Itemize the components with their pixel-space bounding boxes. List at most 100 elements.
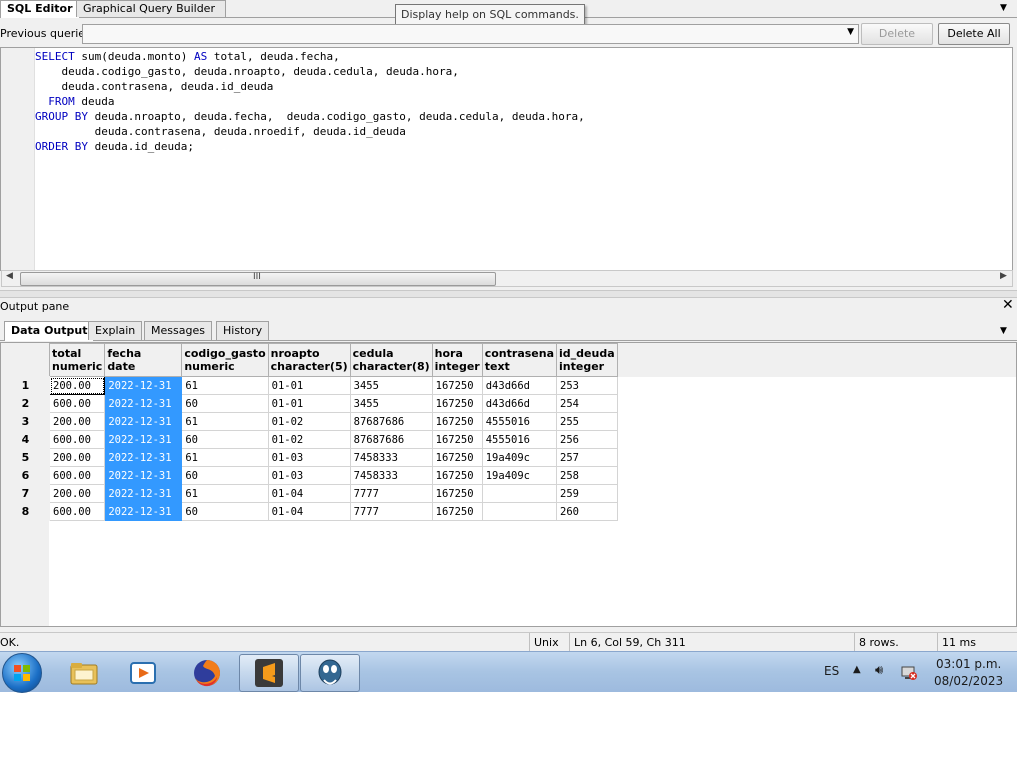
tab-graphical-query-builder[interactable]: Graphical Query Builder: [76, 0, 226, 17]
previous-queries-select[interactable]: ▼: [82, 24, 859, 44]
table-cell[interactable]: 600.00: [48, 394, 106, 413]
taskbar-sublime-text[interactable]: [239, 654, 299, 692]
table-cell[interactable]: 600.00: [48, 430, 106, 449]
table-row[interactable]: 2 600.00 2022-12-31 60 01-01 3455 167250 d43d66…: [1, 394, 618, 413]
scroll-right-icon[interactable]: ▶: [1000, 271, 1007, 281]
scrollbar-thumb[interactable]: III: [20, 272, 496, 286]
table-cell[interactable]: 257: [556, 448, 618, 467]
tab-data-output[interactable]: Data Output: [4, 321, 95, 341]
table-cell[interactable]: 2022-12-31: [104, 502, 183, 521]
table-cell[interactable]: 4555016: [481, 412, 558, 431]
table-cell[interactable]: 255: [556, 412, 618, 431]
table-cell[interactable]: 60: [181, 394, 269, 413]
delete-all-button[interactable]: Delete All: [938, 23, 1010, 45]
row-number[interactable]: 6: [1, 466, 50, 485]
table-cell[interactable]: 600.00: [48, 466, 106, 485]
table-cell[interactable]: 2022-12-31: [104, 412, 183, 431]
table-cell[interactable]: 2022-12-31: [104, 448, 183, 467]
tabs-menu-arrow-icon[interactable]: ▼: [1000, 3, 1007, 13]
table-cell[interactable]: 01-01: [267, 376, 351, 395]
column-header-hora[interactable]: hora integer: [431, 343, 483, 377]
taskbar-media-player[interactable]: [113, 654, 173, 692]
table-cell[interactable]: 2022-12-31: [104, 394, 183, 413]
table-cell[interactable]: 167250: [431, 448, 483, 467]
table-cell[interactable]: 19a409c: [481, 466, 558, 485]
table-cell[interactable]: 7777: [349, 502, 433, 521]
table-cell[interactable]: 3455: [349, 376, 433, 395]
table-cell[interactable]: 200.00: [48, 448, 106, 467]
row-number[interactable]: 4: [1, 430, 50, 449]
table-cell[interactable]: 167250: [431, 376, 483, 395]
table-cell[interactable]: 01-04: [267, 484, 351, 503]
table-cell[interactable]: 60: [181, 502, 269, 521]
table-cell[interactable]: 01-02: [267, 412, 351, 431]
sql-code[interactable]: SELECT sum(deuda.monto) AS total, deuda.…: [35, 49, 585, 154]
scroll-left-icon[interactable]: ◀: [6, 271, 13, 281]
table-cell[interactable]: 167250: [431, 412, 483, 431]
column-header-id-deuda[interactable]: id_deuda integer: [556, 343, 618, 377]
table-cell[interactable]: 01-04: [267, 502, 351, 521]
table-row[interactable]: 7 200.00 2022-12-31 61 01-04 7777 167250 259: [1, 484, 618, 503]
table-row[interactable]: 1 200.00 2022-12-31 61 01-01 3455 167250 d43d66…: [1, 376, 618, 395]
table-cell[interactable]: 4555016: [481, 430, 558, 449]
table-cell[interactable]: 7458333: [349, 466, 433, 485]
table-row[interactable]: 8 600.00 2022-12-31 60 01-04 7777 167250 260: [1, 502, 618, 521]
taskbar-pgadmin[interactable]: [300, 654, 360, 692]
output-menu-arrow-icon[interactable]: ▼: [1000, 326, 1007, 336]
table-cell[interactable]: 01-02: [267, 430, 351, 449]
tab-sql-editor[interactable]: SQL Editor: [0, 0, 80, 18]
sql-editor[interactable]: SELECT sum(deuda.monto) AS total, deuda.…: [0, 47, 1013, 271]
table-cell[interactable]: 254: [556, 394, 618, 413]
table-cell[interactable]: 167250: [431, 394, 483, 413]
column-header-total[interactable]: total numeric: [48, 343, 106, 377]
language-indicator[interactable]: ES: [824, 664, 839, 678]
table-cell[interactable]: 7458333: [349, 448, 433, 467]
table-cell[interactable]: 19a409c: [481, 448, 558, 467]
show-hidden-icons-icon[interactable]: ▲: [853, 664, 861, 675]
tab-messages[interactable]: Messages: [144, 321, 212, 340]
table-cell[interactable]: 61: [181, 376, 269, 395]
row-number[interactable]: 7: [1, 484, 50, 503]
table-cell[interactable]: 167250: [431, 466, 483, 485]
column-header-nroapto[interactable]: nroapto character(5): [267, 343, 351, 377]
table-cell[interactable]: 61: [181, 448, 269, 467]
row-number[interactable]: 8: [1, 502, 50, 521]
clock-time[interactable]: 03:01 p.m.: [936, 657, 1001, 671]
close-icon[interactable]: ✕: [1002, 297, 1014, 313]
table-cell[interactable]: 256: [556, 430, 618, 449]
table-cell[interactable]: 01-03: [267, 448, 351, 467]
table-cell[interactable]: 7777: [349, 484, 433, 503]
table-row[interactable]: 4 600.00 2022-12-31 60 01-02 87687686 167250 45…: [1, 430, 618, 449]
table-cell[interactable]: d43d66d: [481, 376, 558, 395]
table-row[interactable]: 5 200.00 2022-12-31 61 01-03 7458333 167250 19a…: [1, 448, 618, 467]
table-cell[interactable]: 60: [181, 466, 269, 485]
volume-icon[interactable]: 🔊︎: [875, 663, 883, 678]
table-cell[interactable]: [481, 484, 558, 503]
row-number[interactable]: 2: [1, 394, 50, 413]
table-cell[interactable]: 01-03: [267, 466, 351, 485]
table-cell[interactable]: 01-01: [267, 394, 351, 413]
chevron-down-icon[interactable]: ▼: [847, 27, 854, 37]
table-cell[interactable]: 258: [556, 466, 618, 485]
table-cell[interactable]: 167250: [431, 502, 483, 521]
clock-date[interactable]: 08/02/2023: [934, 674, 1003, 688]
table-cell[interactable]: 253: [556, 376, 618, 395]
table-cell[interactable]: 2022-12-31: [104, 376, 183, 395]
network-disconnected-icon[interactable]: [900, 665, 918, 681]
editor-horizontal-scrollbar[interactable]: ◀ III ▶: [1, 270, 1013, 287]
table-row[interactable]: 3 200.00 2022-12-31 61 01-02 87687686 167250 45…: [1, 412, 618, 431]
table-cell[interactable]: d43d66d: [481, 394, 558, 413]
table-cell[interactable]: 3455: [349, 394, 433, 413]
column-header-contrasena[interactable]: contrasena text: [481, 343, 558, 377]
table-cell[interactable]: 87687686: [349, 430, 433, 449]
table-row[interactable]: 6 600.00 2022-12-31 60 01-03 7458333 167250 19a…: [1, 466, 618, 485]
tab-history[interactable]: History: [216, 321, 270, 340]
table-cell[interactable]: 167250: [431, 430, 483, 449]
table-cell[interactable]: [481, 502, 558, 521]
table-cell[interactable]: 200.00: [48, 376, 106, 395]
row-number[interactable]: 1: [1, 376, 50, 395]
delete-button[interactable]: Delete: [861, 23, 933, 45]
table-cell[interactable]: 60: [181, 430, 269, 449]
table-cell[interactable]: 259: [556, 484, 618, 503]
column-header-codigo-gasto[interactable]: codigo_gasto numeric: [181, 343, 269, 377]
